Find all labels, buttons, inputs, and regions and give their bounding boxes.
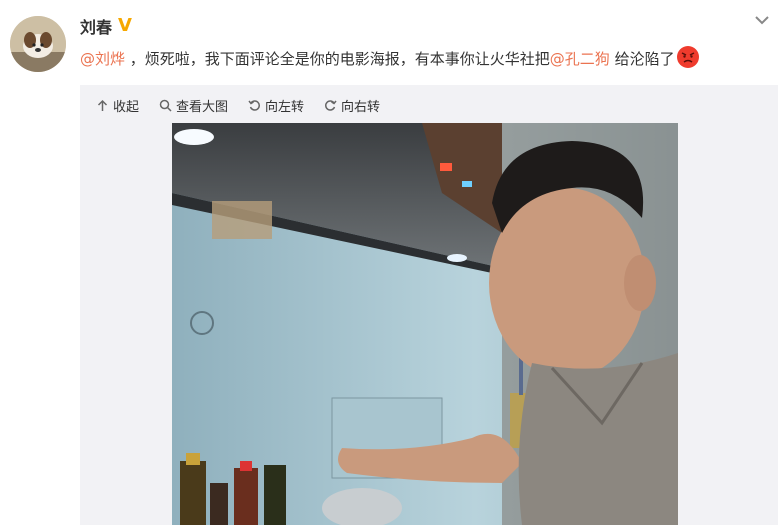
media-toolbar: 收起 查看大图 向左转 向右转	[96, 94, 380, 116]
post-text: @刘烨 ，烦死啦，我下面评论全是你的电影海报，有本事你让火华社把@孔二狗 给沦陷…	[80, 45, 699, 71]
username[interactable]: 刘春	[80, 14, 112, 38]
rotate-left-icon	[248, 99, 260, 111]
rotate-right-button[interactable]: 向右转	[324, 94, 380, 116]
post-text-segment: 给沦陷了	[609, 50, 675, 68]
kitchen-photo-image	[172, 123, 678, 525]
avatar-image	[10, 16, 66, 72]
rotate-right-label: 向右转	[341, 99, 381, 115]
verified-badge-icon: V	[118, 15, 132, 36]
chevron-down-icon[interactable]	[752, 10, 772, 30]
arrow-up-icon	[97, 99, 108, 111]
avatar[interactable]	[10, 16, 66, 72]
angry-emoji-icon	[676, 45, 699, 68]
mention-link[interactable]: @刘烨	[80, 50, 125, 68]
mention-link[interactable]: @孔二狗	[550, 50, 610, 68]
collapse-label: 收起	[113, 99, 140, 115]
rotate-left-button[interactable]: 向左转	[248, 94, 304, 116]
post-photo[interactable]	[172, 123, 678, 525]
view-large-button[interactable]: 查看大图	[159, 94, 228, 116]
view-large-label: 查看大图	[176, 99, 229, 115]
search-icon	[159, 99, 172, 112]
collapse-button[interactable]: 收起	[96, 94, 139, 116]
rotate-right-icon	[325, 99, 337, 111]
post-text-segment: ，烦死啦，我下面评论全是你的电影海报，有本事你让火华社把	[125, 50, 550, 68]
rotate-left-label: 向左转	[265, 99, 305, 115]
